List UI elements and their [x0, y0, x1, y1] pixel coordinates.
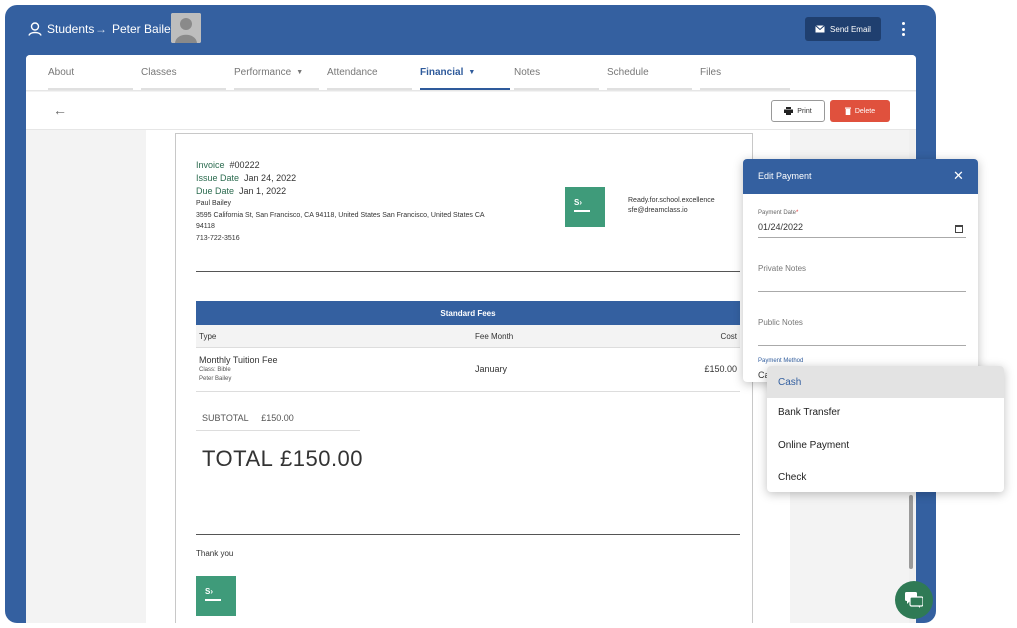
avatar-silhouette-icon	[171, 13, 201, 43]
due-date-line: Due Date Jan 1, 2022	[196, 186, 287, 196]
chat-icon	[905, 592, 923, 608]
breadcrumb-student-name[interactable]: Peter Bailey	[112, 22, 177, 36]
send-email-label: Send Email	[830, 24, 871, 34]
bill-to-name: Paul Bailey	[196, 200, 232, 207]
fee-cost: £150.00	[704, 364, 737, 374]
dialog-header: Edit Payment ✕	[743, 159, 978, 194]
option-check[interactable]: Check	[767, 461, 1004, 493]
option-bank-transfer[interactable]: Bank Transfer	[767, 396, 1004, 428]
subtotal-line: SUBTOTAL £150.00	[202, 413, 294, 423]
divider	[196, 271, 740, 272]
trash-icon	[844, 107, 851, 115]
invoice-number-line: Invoice #00222	[196, 160, 260, 170]
fee-class: Class: Bible	[199, 367, 231, 373]
fee-month: January	[475, 364, 508, 374]
divider	[196, 430, 360, 431]
issue-date-line: Issue Date Jan 24, 2022	[196, 173, 297, 183]
breadcrumb-arrow-icon: →	[95, 22, 107, 36]
send-email-button[interactable]: Send Email	[805, 17, 881, 41]
fees-table-header: Type Fee Month Cost	[196, 325, 740, 348]
thank-you-text: Thank you	[196, 549, 234, 558]
payment-date-field[interactable]: 01/24/2022	[758, 222, 803, 232]
breadcrumb-students[interactable]: Students	[47, 22, 94, 36]
printer-icon	[784, 107, 794, 115]
invoice-document: Invoice #00222 Issue Date Jan 24, 2022 D…	[175, 133, 753, 623]
dialog-title: Edit Payment	[758, 171, 812, 181]
col-fee-month: Fee Month	[475, 332, 514, 341]
tab-performance[interactable]: Performance ▼	[234, 67, 303, 78]
public-notes-field[interactable]: Public Notes	[758, 318, 803, 327]
tab-attendance[interactable]: Attendance	[327, 67, 378, 78]
close-icon[interactable]: ✕	[953, 168, 964, 184]
tab-bar: About Classes Performance ▼ Attendance Fi…	[26, 55, 916, 91]
delete-button[interactable]: Delete	[830, 100, 890, 122]
private-notes-field[interactable]: Private Notes	[758, 264, 806, 273]
tab-files[interactable]: Files	[700, 67, 721, 78]
chat-button[interactable]	[895, 581, 933, 619]
invoice-sheet: Invoice #00222 Issue Date Jan 24, 2022 D…	[146, 130, 790, 623]
school-logo-footer: S›	[196, 576, 236, 616]
fee-type: Monthly Tuition Fee	[199, 355, 278, 365]
tab-notes[interactable]: Notes	[514, 67, 540, 78]
bill-to-phone: 713-722-3516	[196, 235, 240, 242]
school-contact: Ready.for.school.excellence sfe@dreamcla…	[628, 197, 715, 214]
delete-label: Delete	[854, 107, 876, 115]
tab-classes[interactable]: Classes	[141, 67, 177, 78]
col-type: Type	[199, 332, 217, 341]
more-options-icon[interactable]	[898, 20, 908, 38]
col-cost: Cost	[720, 332, 737, 341]
user-icon	[28, 22, 42, 36]
payment-method-dropdown: Cash Bank Transfer Online Payment Check	[767, 366, 1004, 492]
print-button[interactable]: Print	[771, 100, 825, 122]
table-row: Monthly Tuition Fee Class: Bible Peter B…	[196, 348, 740, 392]
chevron-down-icon: ▼	[468, 69, 476, 76]
bill-to-zip: 94118	[196, 223, 215, 230]
divider	[196, 534, 740, 535]
tab-about[interactable]: About	[48, 67, 74, 78]
tab-financial[interactable]: Financial ▼	[420, 67, 475, 78]
avatar[interactable]	[171, 13, 201, 43]
top-bar: Students → Peter Bailey Send Email	[5, 5, 936, 55]
payment-method-label: Payment Method	[758, 358, 804, 364]
bill-to-address: 3595 California St, San Francisco, CA 94…	[196, 212, 485, 219]
total-line: TOTAL £150.00	[202, 446, 364, 471]
chevron-down-icon: ▼	[296, 69, 304, 76]
fee-student: Peter Bailey	[199, 376, 232, 382]
print-label: Print	[797, 107, 812, 115]
tab-schedule[interactable]: Schedule	[607, 67, 649, 78]
school-logo: S›	[565, 187, 605, 227]
fees-table-title: Standard Fees	[196, 301, 740, 325]
back-arrow-icon[interactable]: ←	[53, 102, 67, 118]
payment-date-label: Payment Date*	[758, 210, 799, 216]
scrollbar-thumb[interactable]	[909, 495, 913, 569]
calendar-icon[interactable]	[955, 225, 963, 233]
action-bar: ← Print Delete	[26, 92, 916, 130]
option-cash[interactable]: Cash	[767, 366, 1004, 398]
edit-payment-dialog: Edit Payment ✕ Payment Date* 01/24/2022 …	[743, 159, 978, 382]
mail-icon	[815, 25, 825, 33]
option-online-payment[interactable]: Online Payment	[767, 429, 1004, 461]
